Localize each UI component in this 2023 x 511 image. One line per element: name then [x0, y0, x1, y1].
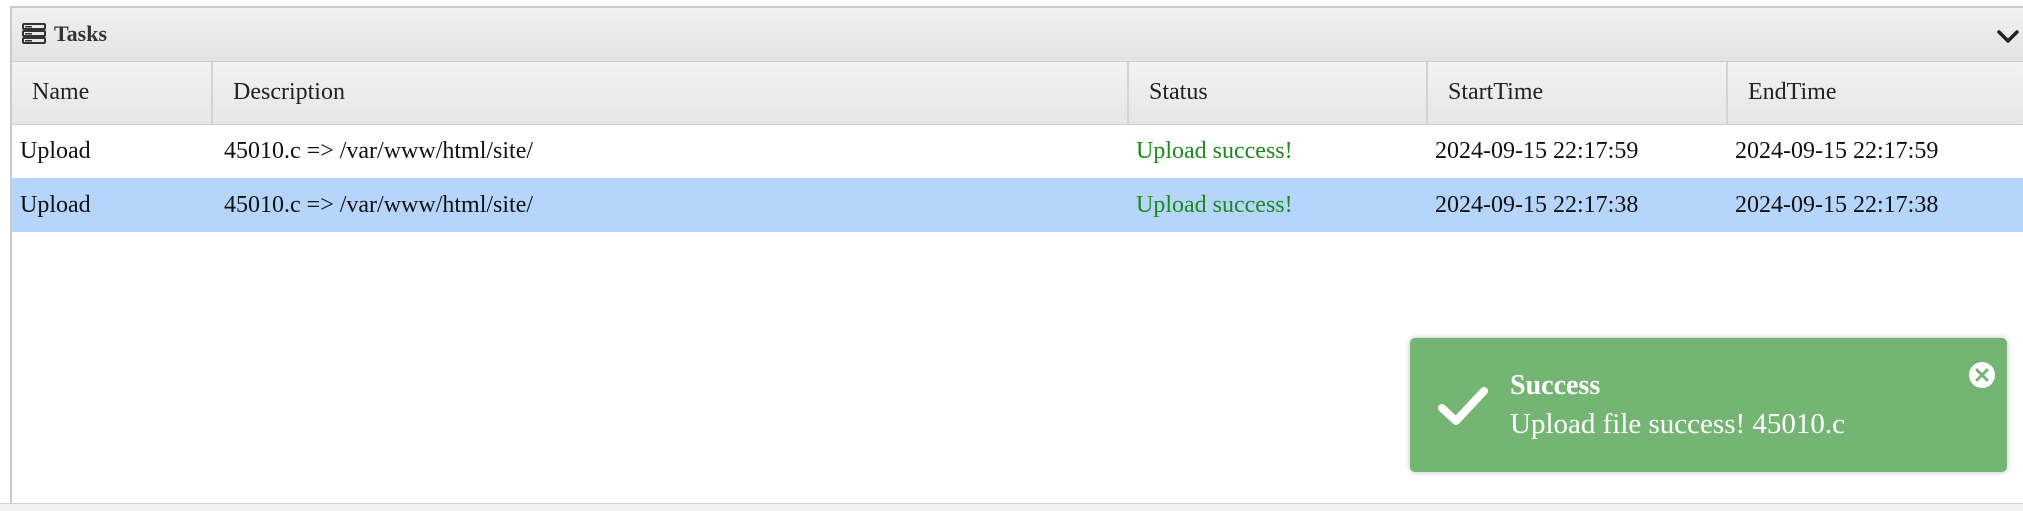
cell-endtime: 2024-09-15 22:17:38 — [1727, 178, 2023, 232]
column-header-endtime[interactable]: EndTime — [1727, 62, 2023, 125]
column-header-starttime[interactable]: StartTime — [1427, 62, 1728, 125]
cell-description: 45010.c => /var/www/html/site/ — [212, 178, 1128, 232]
table-header-row: Name Description Status StartTime EndTim… — [12, 62, 2023, 125]
success-toast[interactable]: Success Upload file success! 45010.c — [1410, 338, 2007, 472]
cell-description: 45010.c => /var/www/html/site/ — [224, 137, 534, 164]
cell-name: Upload — [20, 137, 91, 164]
panel-title: Tasks — [54, 21, 108, 46]
toast-title: Success — [1510, 370, 1601, 401]
tasks-icon — [22, 23, 46, 44]
chevron-down-icon[interactable] — [1995, 26, 2021, 46]
cell-status: Upload success! — [1136, 137, 1293, 164]
cell-name: Upload — [12, 178, 212, 232]
check-icon — [1438, 387, 1488, 425]
column-header-name[interactable]: Name — [12, 62, 213, 125]
cell-status: Upload success! — [1128, 178, 1427, 232]
toast-message: Upload file success! 45010.c — [1510, 408, 1846, 440]
panel-header[interactable]: Tasks — [12, 8, 2023, 62]
close-icon[interactable] — [1967, 360, 1997, 390]
cell-starttime: 2024-09-15 22:17:38 — [1427, 178, 1727, 232]
column-header-status[interactable]: Status — [1128, 62, 1428, 125]
column-header-description[interactable]: Description — [212, 62, 1129, 125]
table-row[interactable]: Upload 45010.c => /var/www/html/site/ Up… — [12, 124, 2023, 178]
cell-starttime: 2024-09-15 22:17:59 — [1435, 137, 1639, 164]
tasks-table: Name Description Status StartTime EndTim… — [12, 62, 2023, 232]
cell-endtime: 2024-09-15 22:17:59 — [1735, 137, 1939, 164]
table-row[interactable]: Upload 45010.c => /var/www/html/site/ Up… — [12, 178, 2023, 232]
